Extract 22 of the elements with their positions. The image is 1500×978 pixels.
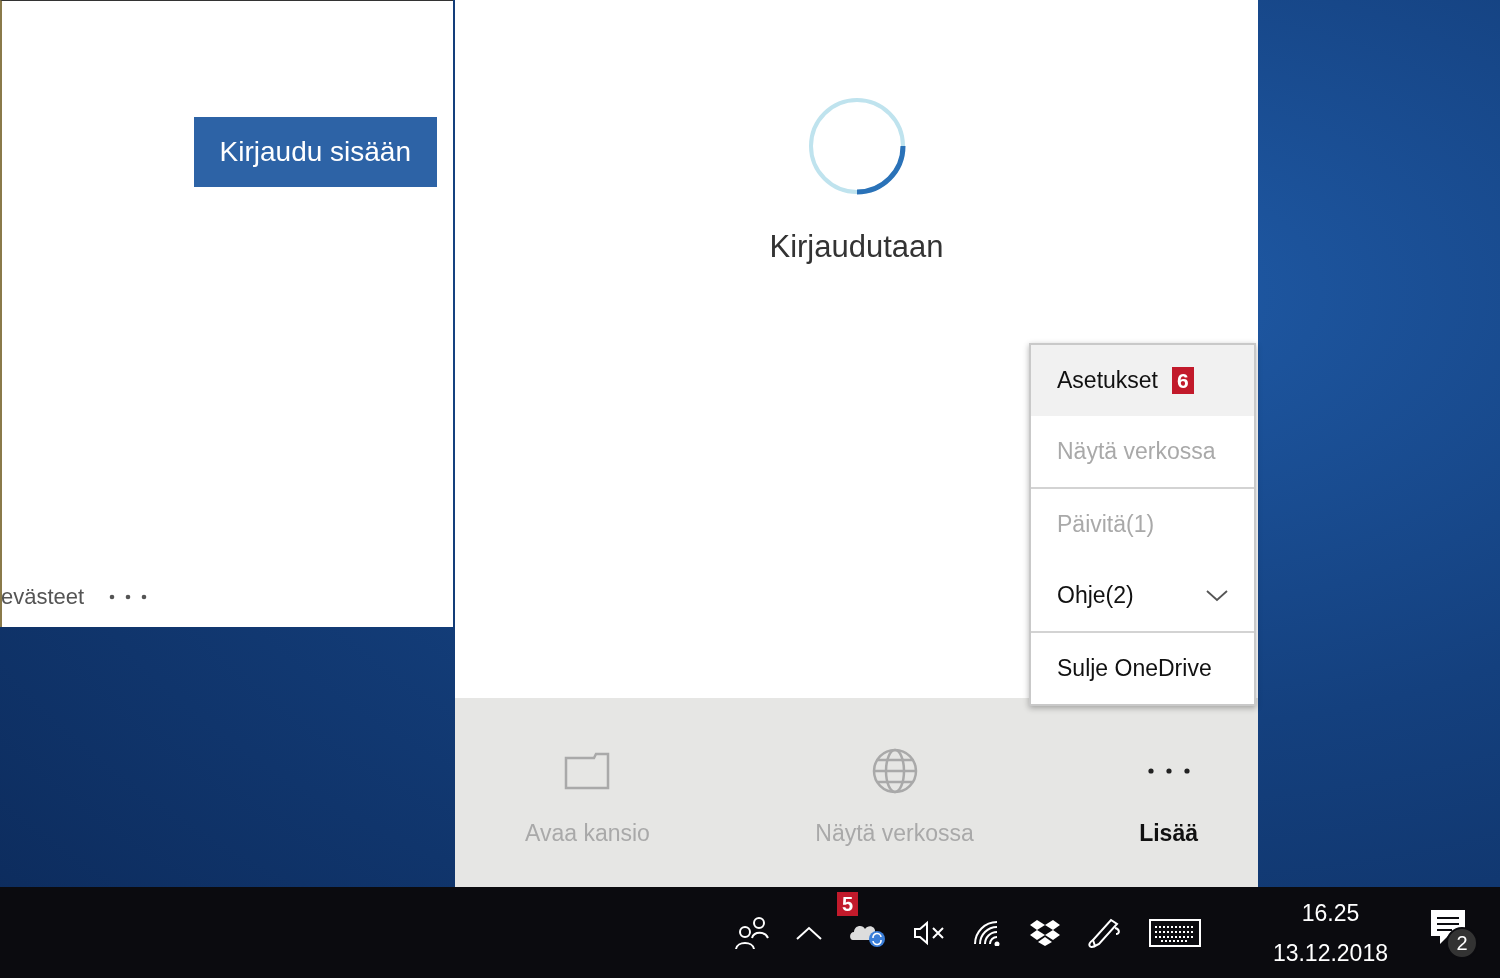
sign-in-button[interactable]: Kirjaudu sisään bbox=[193, 117, 437, 187]
people-icon[interactable] bbox=[734, 915, 769, 950]
menu-item[interactable]: Asetukset 6 bbox=[1031, 345, 1254, 416]
status-text: Kirjaudutaan bbox=[769, 228, 944, 266]
globe-icon bbox=[871, 748, 918, 794]
folder-icon bbox=[564, 752, 611, 790]
number-badge: 5 bbox=[836, 891, 858, 916]
more-icon[interactable] bbox=[108, 592, 149, 601]
more-icon bbox=[1145, 767, 1192, 775]
clock[interactable]: 16.25 13.12.2018 bbox=[1266, 891, 1394, 974]
loading-spinner-icon bbox=[806, 96, 907, 196]
dropbox-icon[interactable] bbox=[1028, 918, 1061, 947]
keyboard-icon[interactable] bbox=[1148, 918, 1201, 947]
chevron-up-icon[interactable] bbox=[794, 924, 823, 941]
muted-speaker-icon[interactable] bbox=[912, 919, 947, 946]
action-center-button[interactable]: 2 bbox=[1428, 906, 1478, 959]
menu-item[interactable]: Sulje OneDrive bbox=[1031, 633, 1254, 704]
menu-item[interactable]: Ohje(2) bbox=[1031, 560, 1254, 631]
action-button[interactable]: Lisää bbox=[1119, 748, 1218, 887]
number-badge: 6 bbox=[1172, 367, 1194, 394]
cookies-link[interactable]: evästeet bbox=[1, 580, 85, 613]
chevron-down-icon bbox=[1206, 589, 1228, 602]
